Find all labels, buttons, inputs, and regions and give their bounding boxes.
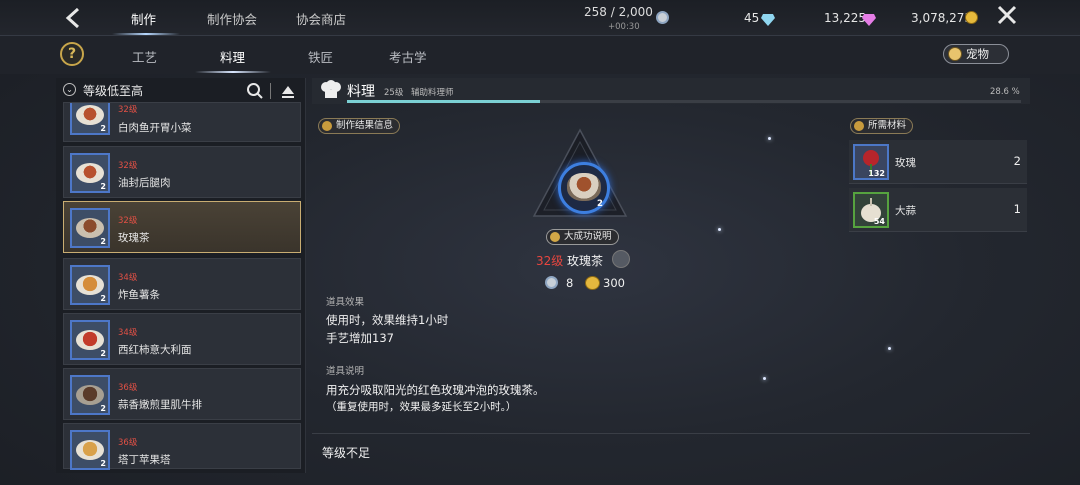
item-thumbnail: 2 bbox=[70, 265, 110, 305]
garlic-icon: 54 bbox=[853, 192, 889, 228]
item-level: 36级 bbox=[118, 438, 138, 448]
item-level: 36级 bbox=[118, 383, 138, 393]
divider bbox=[270, 83, 271, 99]
item-level: 32级 bbox=[118, 161, 138, 171]
stamina-cost: 8 bbox=[566, 276, 574, 290]
list-item[interactable]: 2 32级 白肉鱼开胃小菜 bbox=[63, 102, 301, 142]
item-name: 玫瑰茶 bbox=[118, 232, 150, 244]
divider bbox=[312, 433, 1030, 434]
tab-blacksmith[interactable]: 铁匠 bbox=[308, 47, 333, 66]
list-item[interactable]: 2 34级 炸鱼薯条 bbox=[63, 258, 301, 310]
item-thumbnail: 2 bbox=[70, 320, 110, 360]
profession-rank: 辅助料理师 bbox=[411, 88, 454, 98]
material-row[interactable]: 132 玫瑰 2 bbox=[849, 140, 1027, 184]
progress-fill bbox=[347, 100, 540, 103]
effect-label: 道具效果 bbox=[326, 297, 365, 308]
tab-archaeology[interactable]: 考古学 bbox=[389, 47, 427, 66]
item-name: 蒜香嫩煎里肌牛排 bbox=[118, 399, 202, 411]
stamina-timer: +00:30 bbox=[608, 22, 640, 32]
gold-cost: 300 bbox=[603, 276, 625, 290]
material-name: 大蒜 bbox=[895, 205, 916, 217]
gem-count: 45 bbox=[744, 11, 760, 25]
close-icon[interactable] bbox=[995, 3, 1019, 31]
result-name: 玫瑰茶 bbox=[567, 254, 604, 268]
material-name: 玫瑰 bbox=[895, 157, 916, 169]
sort-dropdown[interactable]: 等级低至高 bbox=[83, 82, 143, 99]
list-item-selected[interactable]: 2 32级 玫瑰茶 bbox=[63, 201, 301, 253]
subtab-underline bbox=[195, 71, 271, 73]
status-message: 等级不足 bbox=[322, 446, 371, 460]
tab-cooking[interactable]: 料理 bbox=[220, 47, 245, 66]
list-item[interactable]: 2 32级 油封后腿肉 bbox=[63, 146, 301, 198]
sub-tab-bar bbox=[0, 36, 1080, 74]
profession-level: 25级 bbox=[384, 88, 404, 98]
item-name: 油封后腿肉 bbox=[118, 177, 171, 189]
item-thumbnail: 2 bbox=[70, 103, 110, 135]
trend-icon bbox=[550, 232, 560, 242]
material-required: 1 bbox=[1013, 202, 1021, 216]
item-level: 34级 bbox=[118, 328, 138, 338]
list-item[interactable]: 2 34级 西红柿意大利面 bbox=[63, 313, 301, 365]
materials-chip: 所需材料 bbox=[850, 118, 914, 134]
item-thumbnail: 2 bbox=[70, 208, 110, 248]
sparkle bbox=[768, 137, 771, 140]
item-name: 白肉鱼开胃小菜 bbox=[118, 122, 192, 134]
tab-crafting[interactable]: 制作 bbox=[131, 9, 156, 28]
description-line: （重复使用时，效果最多延长至2小时。） bbox=[326, 401, 517, 413]
result-level: 32级 bbox=[536, 254, 564, 268]
material-required: 2 bbox=[1013, 154, 1021, 168]
sort-order-icon[interactable] bbox=[281, 84, 295, 98]
rose-icon: 132 bbox=[853, 144, 889, 180]
chef-hat-icon bbox=[320, 80, 342, 100]
rose-tea-icon bbox=[567, 173, 601, 201]
great-success-button[interactable]: 大成功说明 bbox=[546, 229, 619, 245]
tab-underline bbox=[112, 33, 180, 35]
item-name: 西红柿意大利面 bbox=[118, 344, 192, 356]
stamina-icon bbox=[656, 11, 669, 24]
tab-craft[interactable]: 工艺 bbox=[132, 47, 157, 66]
material-icon bbox=[854, 121, 864, 131]
sparkle bbox=[718, 228, 721, 231]
list-item[interactable]: 2 36级 蒜香嫩煎里肌牛排 bbox=[63, 368, 301, 420]
item-name: 塔丁苹果塔 bbox=[118, 454, 171, 466]
gold-cost-icon bbox=[585, 276, 600, 290]
info-icon bbox=[322, 121, 332, 131]
sparkle bbox=[888, 347, 891, 350]
progress-text: 28.6 % bbox=[990, 87, 1020, 97]
list-item[interactable]: 2 36级 塔丁苹果塔 bbox=[63, 423, 301, 470]
item-level: 32级 bbox=[118, 216, 138, 226]
item-thumbnail: 2 bbox=[70, 375, 110, 415]
item-thumbnail: 2 bbox=[70, 430, 110, 470]
tab-guild-shop[interactable]: 协会商店 bbox=[296, 9, 346, 28]
effect-line: 使用时，效果维持1小时 bbox=[326, 313, 449, 327]
profession-title: 料理 bbox=[347, 84, 375, 100]
pink-gem-icon bbox=[862, 11, 876, 30]
gold-count: 3,078,273 bbox=[911, 11, 973, 25]
effect-line: 手艺增加137 bbox=[326, 331, 394, 345]
item-thumbnail: 2 bbox=[70, 153, 110, 193]
chevron-down-icon[interactable]: ⌄ bbox=[63, 83, 76, 96]
help-icon[interactable]: ? bbox=[60, 42, 84, 66]
item-level: 32级 bbox=[118, 105, 138, 115]
tab-crafting-guild[interactable]: 制作协会 bbox=[207, 9, 257, 28]
item-name: 炸鱼薯条 bbox=[118, 289, 160, 301]
sparkle bbox=[763, 377, 766, 380]
search-icon[interactable] bbox=[246, 82, 264, 100]
diamond-icon bbox=[761, 11, 775, 30]
item-level: 34级 bbox=[118, 273, 138, 283]
result-count: 2 bbox=[597, 199, 603, 209]
description-label: 道具说明 bbox=[326, 366, 365, 377]
material-row[interactable]: 54 大蒜 1 bbox=[849, 188, 1027, 232]
back-arrow-icon[interactable] bbox=[58, 4, 88, 32]
description-line: 用充分吸取阳光的红色玫瑰冲泡的玫瑰茶。 bbox=[326, 383, 545, 397]
stamina-value: 258 / 2,000 bbox=[584, 5, 653, 19]
share-icon[interactable] bbox=[612, 250, 630, 268]
paw-icon bbox=[948, 47, 962, 61]
premium-count: 13,225 bbox=[824, 11, 866, 25]
gold-coin-icon bbox=[965, 11, 978, 24]
result-info-chip: 制作结果信息 bbox=[318, 118, 401, 134]
stamina-cost-icon bbox=[545, 276, 558, 289]
